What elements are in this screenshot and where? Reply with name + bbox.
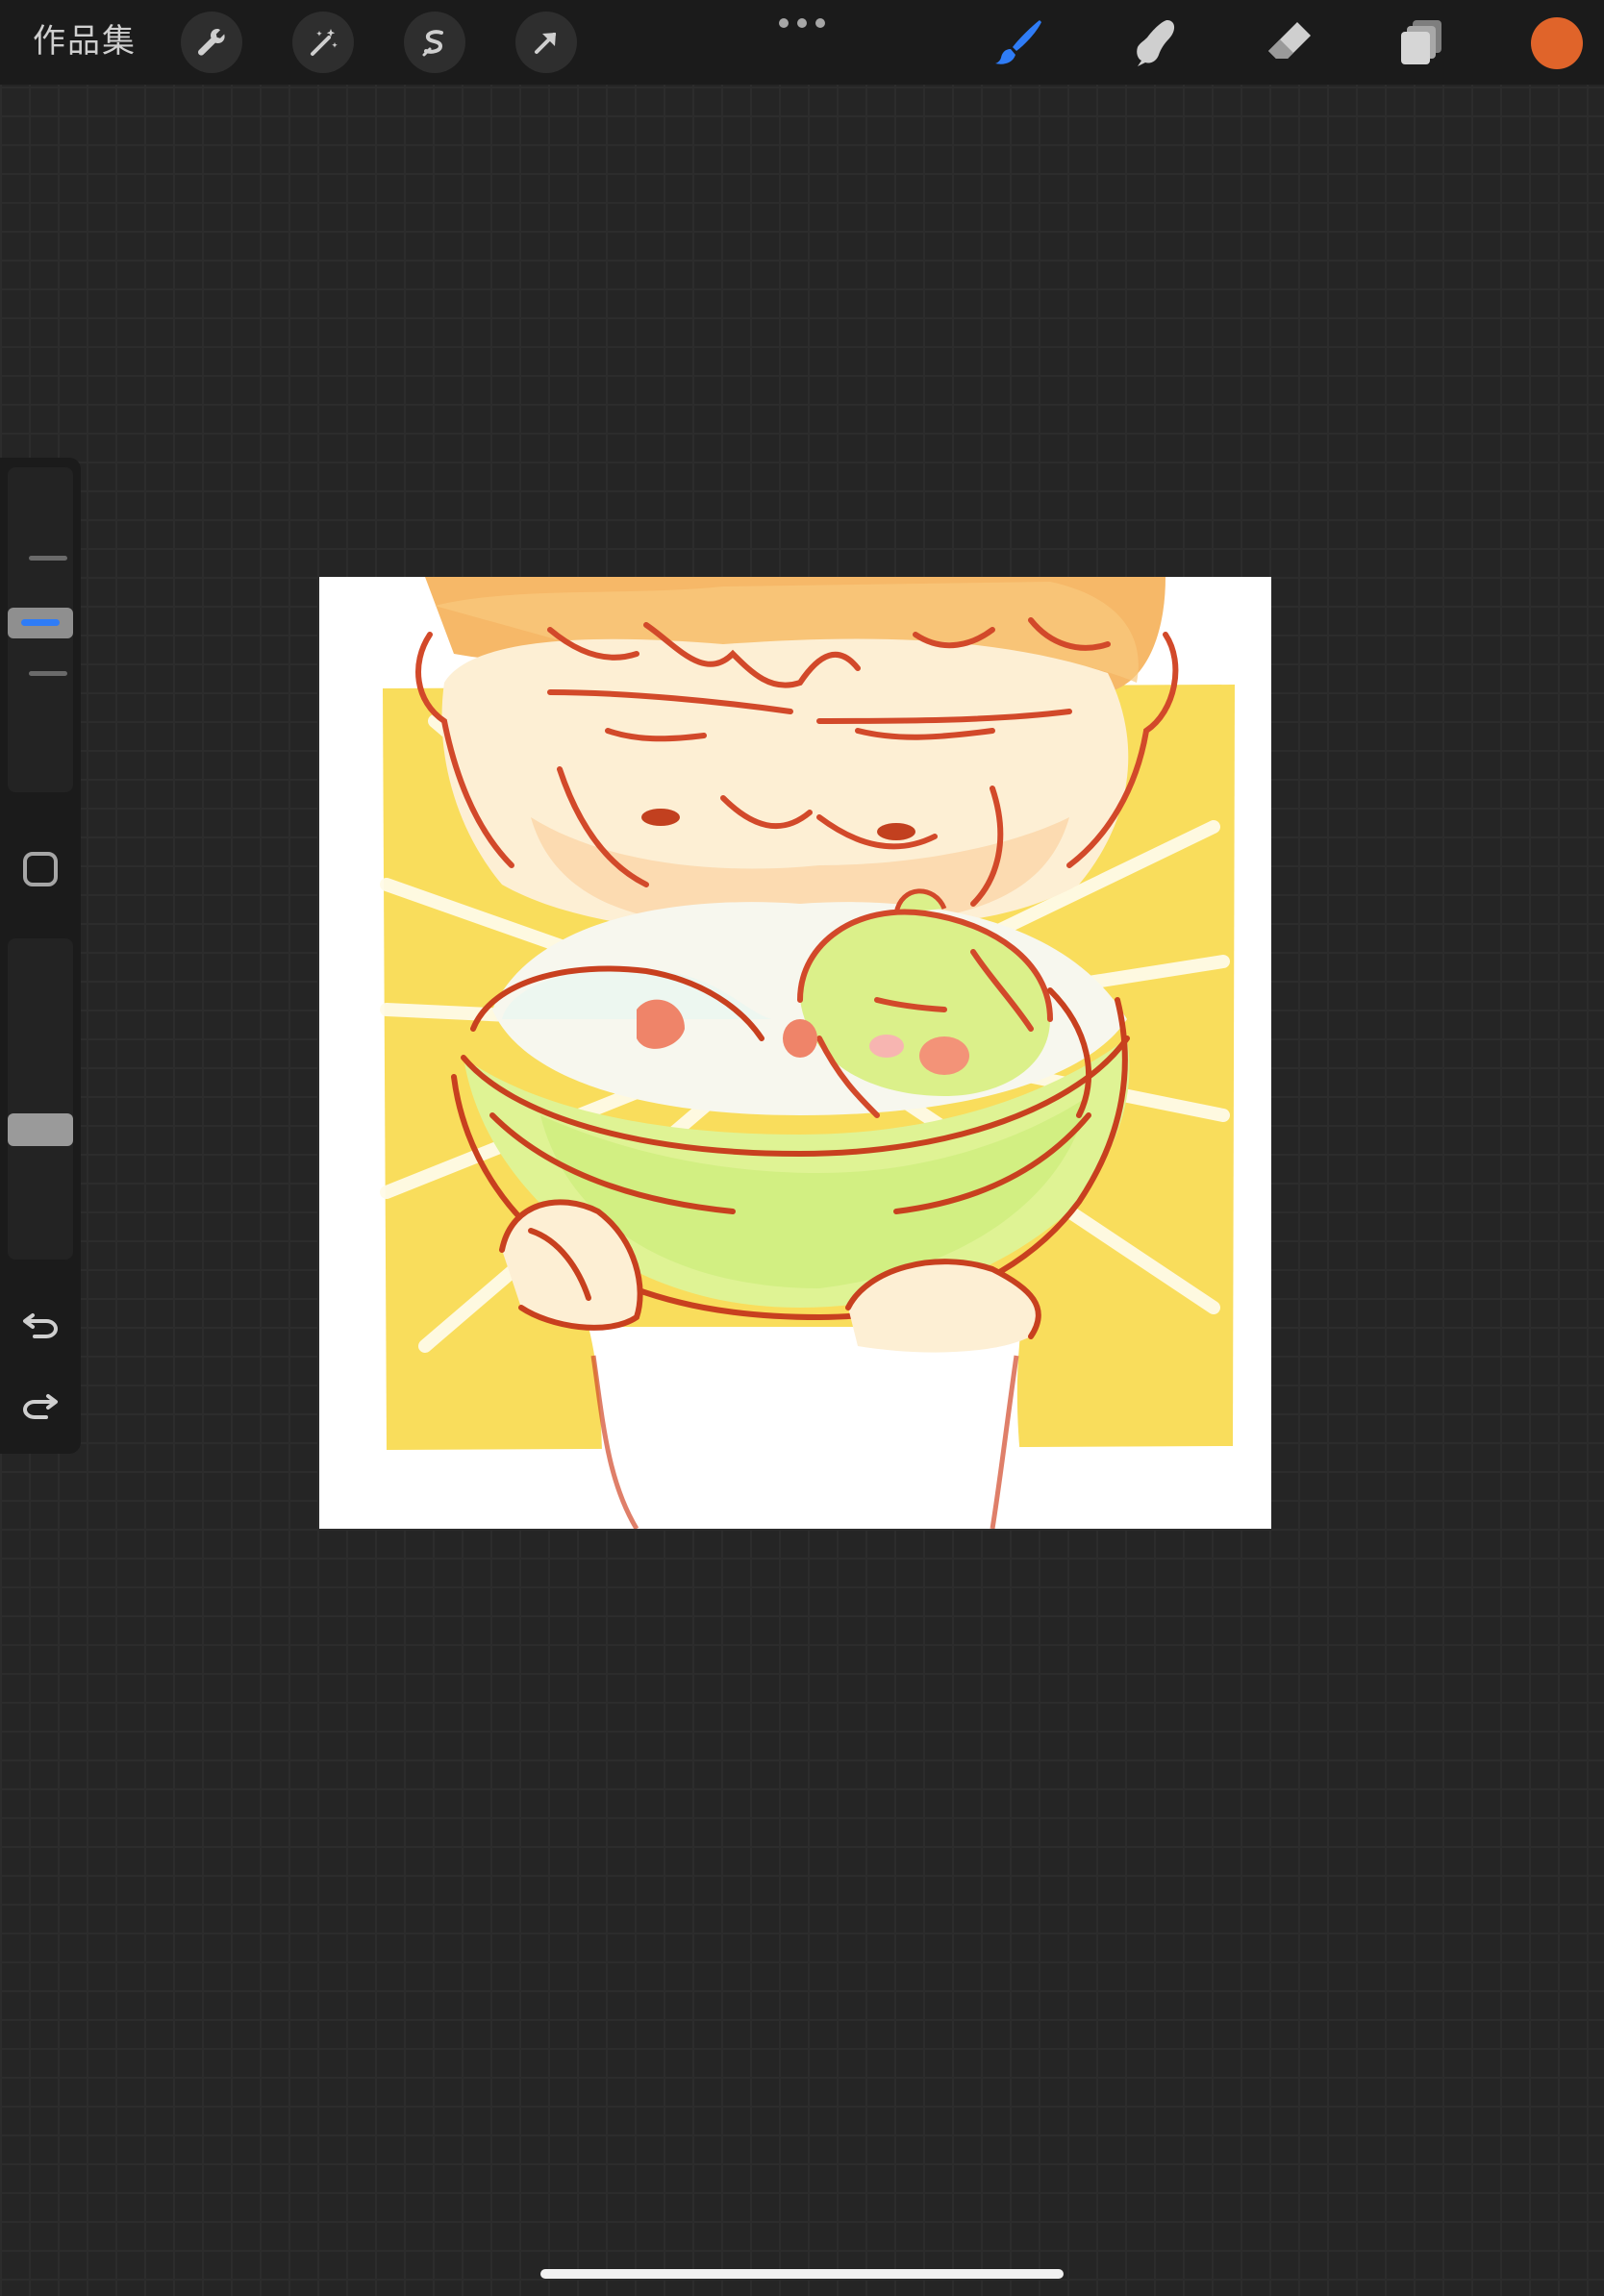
opacity-handle[interactable] <box>8 1113 73 1146</box>
adjustments-button[interactable] <box>292 12 354 73</box>
redo-button[interactable] <box>17 1383 63 1429</box>
sketch-illustration <box>380 577 1235 1529</box>
square-modifier-icon[interactable] <box>23 852 58 886</box>
slider-tick <box>29 671 67 676</box>
top-toolbar: 作品集 <box>0 0 1604 85</box>
left-sidebar <box>0 458 81 1454</box>
opacity-slider[interactable] <box>8 938 73 1260</box>
drawing-canvas[interactable] <box>319 577 1271 1529</box>
selection-s-icon <box>422 30 443 57</box>
smudge-finger-icon <box>1137 20 1175 66</box>
home-indicator[interactable] <box>540 2269 1064 2279</box>
arrow-cursor-icon <box>535 33 556 54</box>
gallery-button[interactable]: 作品集 <box>33 17 137 65</box>
magic-wand-icon <box>311 29 338 56</box>
undo-button[interactable] <box>17 1302 63 1348</box>
layers-button[interactable] <box>1392 13 1454 71</box>
brush-icon <box>995 20 1041 64</box>
wrench-icon <box>198 29 225 56</box>
procreate-workspace: 作品集 <box>0 0 1604 2296</box>
smudge-tool-button[interactable] <box>1123 13 1185 71</box>
redo-arrow-icon <box>22 1394 58 1419</box>
eraser-icon <box>1268 22 1311 59</box>
color-picker-button[interactable] <box>1531 17 1583 69</box>
more-options-icon[interactable] <box>779 15 825 31</box>
brush-size-handle[interactable] <box>8 608 73 638</box>
brush-tool-button[interactable] <box>989 13 1050 71</box>
selection-button[interactable] <box>404 12 465 73</box>
slider-tick <box>29 556 67 561</box>
eraser-tool-button[interactable] <box>1258 13 1319 71</box>
actions-button[interactable] <box>181 12 242 73</box>
undo-arrow-icon <box>23 1313 59 1338</box>
transform-button[interactable] <box>515 12 577 73</box>
layers-icon <box>1401 20 1441 64</box>
